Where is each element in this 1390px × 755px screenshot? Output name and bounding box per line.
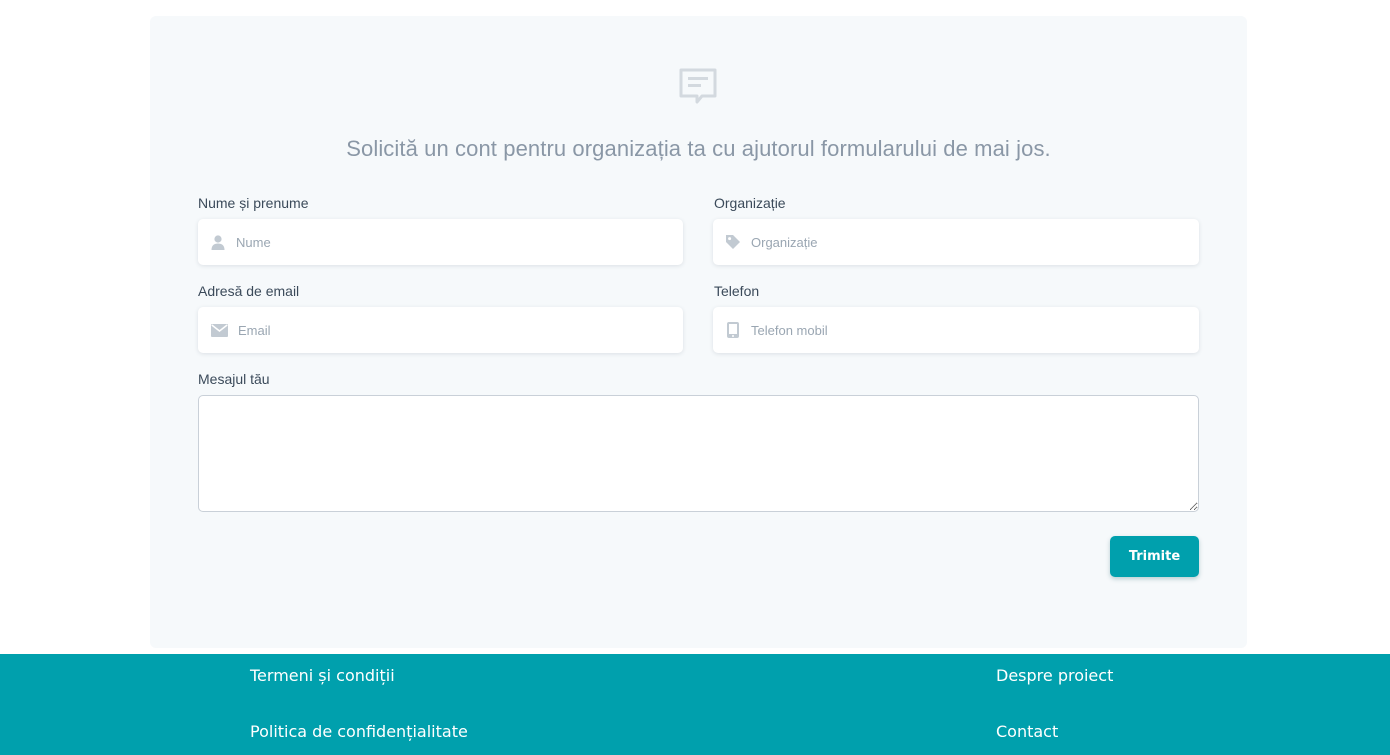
phone-field[interactable] — [713, 307, 1199, 353]
message-textarea[interactable] — [198, 395, 1199, 512]
email-input[interactable] — [238, 307, 683, 353]
organization-label: Organizație — [714, 195, 786, 211]
mobile-phone-icon — [725, 322, 741, 338]
phone-input[interactable] — [751, 307, 1199, 353]
request-account-card: Solicită un cont pentru organizația ta c… — [150, 16, 1247, 648]
footer-link-contact[interactable]: Contact — [996, 722, 1058, 741]
form-intro: Solicită un cont pentru organizația ta c… — [346, 136, 1051, 161]
email-field[interactable] — [198, 307, 683, 353]
organization-field[interactable] — [713, 219, 1199, 265]
submit-button[interactable]: Trimite — [1110, 536, 1199, 577]
name-label: Nume și prenume — [198, 195, 309, 211]
name-field[interactable] — [198, 219, 683, 265]
name-input[interactable] — [236, 219, 683, 265]
tag-icon — [725, 234, 741, 250]
footer-link-about[interactable]: Despre proiect — [996, 666, 1113, 685]
email-label: Adresă de email — [198, 283, 300, 299]
envelope-icon — [210, 322, 228, 338]
organization-input[interactable] — [751, 219, 1199, 265]
chat-bubble-icon — [679, 68, 717, 104]
user-icon — [210, 234, 226, 250]
footer-link-terms[interactable]: Termeni și condiții — [250, 666, 395, 685]
footer: Termeni și condiții Politica de confiden… — [0, 654, 1390, 755]
footer-link-privacy[interactable]: Politica de confidențialitate — [250, 722, 468, 741]
phone-label: Telefon — [714, 283, 760, 299]
message-label: Mesajul tău — [198, 371, 270, 387]
